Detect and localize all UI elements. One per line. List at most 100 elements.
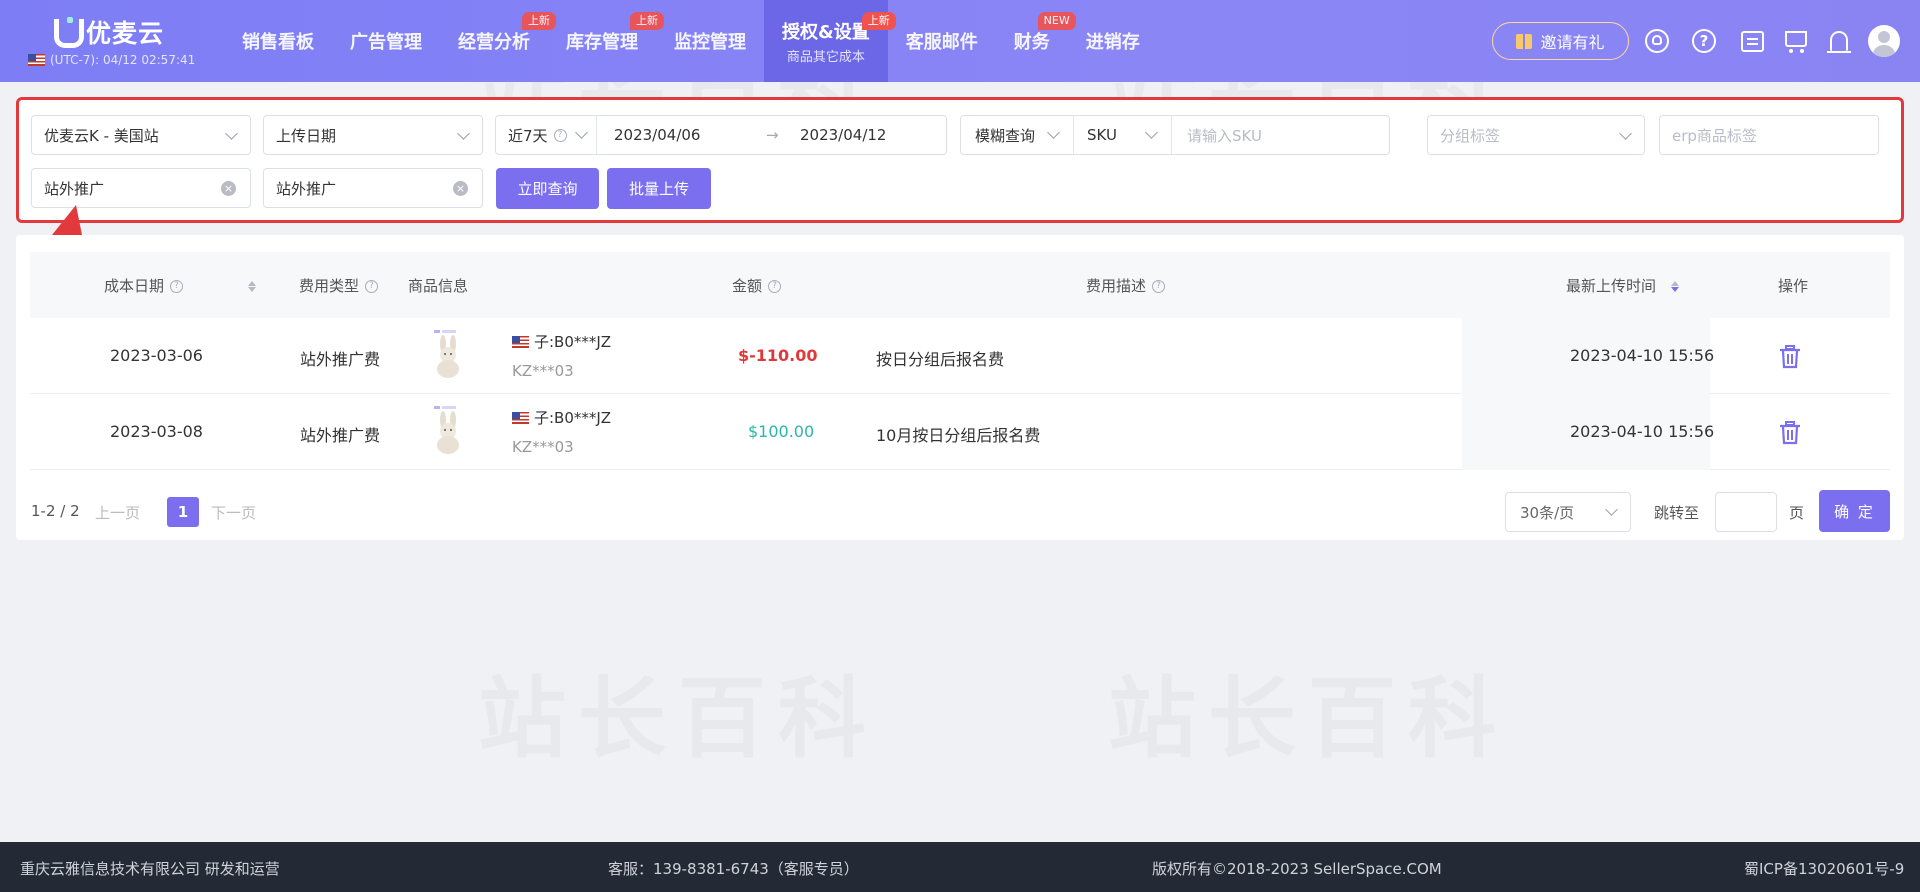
jump-label: 跳转至 — [1654, 504, 1700, 522]
date-separator: → — [766, 126, 779, 144]
cell-fee-type: 站外推广费 — [300, 426, 381, 445]
nav-finance[interactable]: 财务 NEW — [996, 0, 1076, 82]
jump-page-input[interactable] — [1715, 492, 1777, 532]
nav-label: 进销存 — [1085, 32, 1140, 53]
timezone-clock: (UTC-7): 04/12 02:57:41 — [28, 53, 195, 67]
date-end[interactable]: 2023/04/12 — [800, 126, 886, 144]
th-label: 成本日期 — [104, 277, 165, 295]
cost-type-value: 站外推广 — [276, 179, 337, 198]
clear-icon[interactable]: × — [453, 181, 468, 196]
sort-desc-icon[interactable] — [1670, 277, 1680, 293]
clock-text: (UTC-7): 04/12 02:57:41 — [50, 53, 196, 67]
trash-icon[interactable] — [1779, 421, 1801, 445]
cell-upload-time: 2023-04-10 15:56 — [1570, 422, 1715, 441]
erp-tag-input[interactable]: erp商品标签 — [1659, 115, 1879, 155]
prev-page[interactable]: 上一页 — [95, 502, 140, 523]
page-size-value: 30条/页 — [1520, 503, 1575, 522]
sku-input[interactable]: 请输入SKU — [1187, 125, 1262, 146]
invite-button[interactable]: 邀请有礼 — [1492, 22, 1629, 60]
nav-ads[interactable]: 广告管理 — [332, 0, 440, 82]
nav-label: 授权&设置 — [782, 21, 870, 43]
table-header: 成本日期? 费用类型? 商品信息 金额? 费用描述? 最新上传时间 操作 — [30, 252, 1890, 318]
erp-tag-placeholder: erp商品标签 — [1672, 126, 1757, 145]
product-sku: KZ***03 — [512, 362, 574, 380]
group-tag-select[interactable]: 分组标签 — [1427, 115, 1645, 155]
nav-monitor[interactable]: 监控管理 — [656, 0, 764, 82]
bell-icon[interactable] — [1826, 26, 1852, 56]
match-mode-select[interactable]: 模糊查询 — [975, 125, 1035, 146]
nav-label: 财务 — [1013, 32, 1050, 53]
cell-fee-desc: 10月按日分组后报名费 — [876, 426, 1041, 445]
page-size-select[interactable]: 30条/页 — [1505, 492, 1631, 532]
query-button[interactable]: 立即查询 — [496, 168, 599, 209]
nav-analysis[interactable]: 经营分析 上新 — [440, 0, 556, 82]
th-product-info: 商品信息 — [408, 277, 469, 295]
watermark: 站长百科 — [478, 667, 879, 770]
chevron-down-icon — [1047, 126, 1060, 139]
filter-panel: 优麦云K - 美国站 上传日期 近7天 ? 2023/04/06 → 2023/… — [16, 97, 1904, 223]
logo[interactable]: 优麦云 — [52, 14, 164, 50]
cost-type-select-1[interactable]: 站外推广 × — [31, 168, 251, 208]
asin-text: 子:B0***JZ — [534, 333, 612, 351]
product-asin[interactable]: 子:B0***JZ — [512, 407, 611, 428]
avatar[interactable] — [1868, 25, 1900, 57]
top-navbar: 优麦云 (UTC-7): 04/12 02:57:41 销售看板 广告管理 经营… — [0, 0, 1920, 82]
footer-icp[interactable]: 蜀ICP备13020601号-9 — [1744, 858, 1904, 879]
watermark: 站长百科 — [1108, 667, 1509, 770]
nav-sales-board[interactable]: 销售看板 — [224, 0, 332, 82]
nav-label: 库存管理 — [566, 32, 638, 53]
product-thumbnail[interactable] — [426, 328, 470, 380]
chevron-down-icon — [225, 127, 238, 140]
date-start[interactable]: 2023/04/06 — [614, 126, 700, 144]
product-asin[interactable]: 子:B0***JZ — [512, 331, 611, 352]
nav-label: 广告管理 — [350, 32, 422, 53]
cart-icon[interactable] — [1783, 26, 1809, 56]
th-label: 费用描述 — [1086, 277, 1147, 295]
nav-purchase-sales-stock[interactable]: 进销存 — [1068, 0, 1158, 82]
cell-amount: $100.00 — [748, 422, 815, 441]
divider — [596, 116, 597, 154]
trash-icon[interactable] — [1779, 345, 1801, 369]
cell-fee-type: 站外推广费 — [300, 350, 381, 369]
cell-cost-date: 2023-03-08 — [110, 422, 203, 441]
divider — [1073, 116, 1074, 154]
range-preset[interactable]: 近7天 — [508, 125, 548, 146]
store-select[interactable]: 优麦云K - 美国站 — [31, 115, 251, 155]
cost-type-select-2[interactable]: 站外推广 × — [263, 168, 483, 208]
nav-label: 经营分析 — [458, 32, 530, 53]
us-flag-icon — [512, 411, 529, 424]
th-upload-time[interactable]: 最新上传时间 — [1566, 275, 1656, 296]
invite-label: 邀请有礼 — [1540, 33, 1605, 52]
chevron-down-icon — [574, 126, 588, 139]
th-fee-desc: 费用描述? — [1086, 275, 1166, 296]
product-thumbnail[interactable] — [426, 404, 470, 456]
store-value: 优麦云K - 美国站 — [44, 126, 159, 145]
nav-label: 销售看板 — [242, 32, 314, 53]
sort-icon[interactable] — [247, 277, 257, 293]
help-icon: ? — [170, 280, 184, 293]
clear-icon[interactable]: × — [221, 181, 236, 196]
th-cost-date[interactable]: 成本日期? — [104, 275, 184, 296]
next-page[interactable]: 下一页 — [211, 502, 256, 523]
logo-text: 优麦云 — [86, 19, 165, 48]
batch-upload-button[interactable]: 批量上传 — [607, 168, 711, 209]
cell-upload-time: 2023-04-10 15:56 — [1570, 346, 1715, 365]
th-label: 费用类型 — [299, 277, 360, 295]
nav-inventory[interactable]: 库存管理 上新 — [548, 0, 664, 82]
date-type-select[interactable]: 上传日期 — [263, 115, 483, 155]
help-icon[interactable]: ? — [1691, 26, 1717, 56]
nav-service-mail[interactable]: 客服邮件 — [888, 0, 996, 82]
message-icon[interactable] — [1739, 26, 1765, 56]
th-actions: 操作 — [1778, 277, 1809, 295]
nav-auth-settings[interactable]: 授权&设置 商品其它成本 上新 — [764, 0, 896, 82]
cost-table-card: 成本日期? 费用类型? 商品信息 金额? 费用描述? 最新上传时间 操作 202… — [16, 235, 1904, 540]
date-range-picker[interactable]: 近7天 ? 2023/04/06 → 2023/04/12 — [495, 115, 947, 155]
nav-label: 监控管理 — [674, 32, 746, 53]
confirm-jump-button[interactable]: 确 定 — [1819, 490, 1890, 532]
th-fee-type: 费用类型? — [299, 275, 379, 296]
headset-icon[interactable] — [1644, 26, 1670, 56]
cell-fee-desc: 按日分组后报名费 — [876, 350, 1005, 369]
page-1[interactable]: 1 — [167, 497, 199, 527]
search-field-select[interactable]: SKU — [1087, 126, 1117, 144]
th-label: 金额 — [732, 277, 763, 295]
